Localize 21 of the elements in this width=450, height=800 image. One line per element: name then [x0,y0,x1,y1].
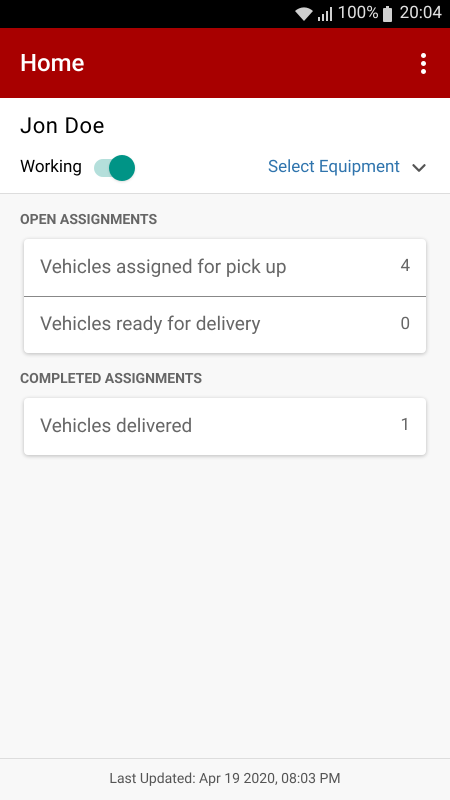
battery-percent: 100% [338,2,379,26]
app-bar-title: Home [20,48,84,79]
assignment-label: Vehicles assigned for pick up [40,254,287,280]
user-name: Jon Doe [20,113,106,141]
section-heading: OPEN ASSIGNMENTS [19,210,158,230]
section-heading: COMPLETED ASSIGNMENTS [19,370,203,388]
wifi-icon [294,6,314,22]
assignment-row[interactable]: Vehicles delivered 1 [24,398,426,454]
assignment-count: 1 [400,414,410,438]
battery-icon [382,6,392,22]
select-equipment-dropdown[interactable]: Select Equipment [268,155,430,180]
assignment-count: 0 [400,312,410,336]
last-updated-text: Last Updated: Apr 19 2020, 08:03 PM [109,770,341,789]
signal-icon [318,7,334,21]
working-label: Working [20,156,82,179]
assignment-row[interactable]: Vehicles ready for delivery 0 [24,296,426,352]
clock: 20:04 [400,2,442,26]
assignment-row[interactable]: Vehicles assigned for pick up 4 [24,238,426,296]
assignment-label: Vehicles delivered [40,412,192,439]
assignment-label: Vehicles ready for delivery [40,311,260,338]
assignment-count: 4 [400,255,410,278]
